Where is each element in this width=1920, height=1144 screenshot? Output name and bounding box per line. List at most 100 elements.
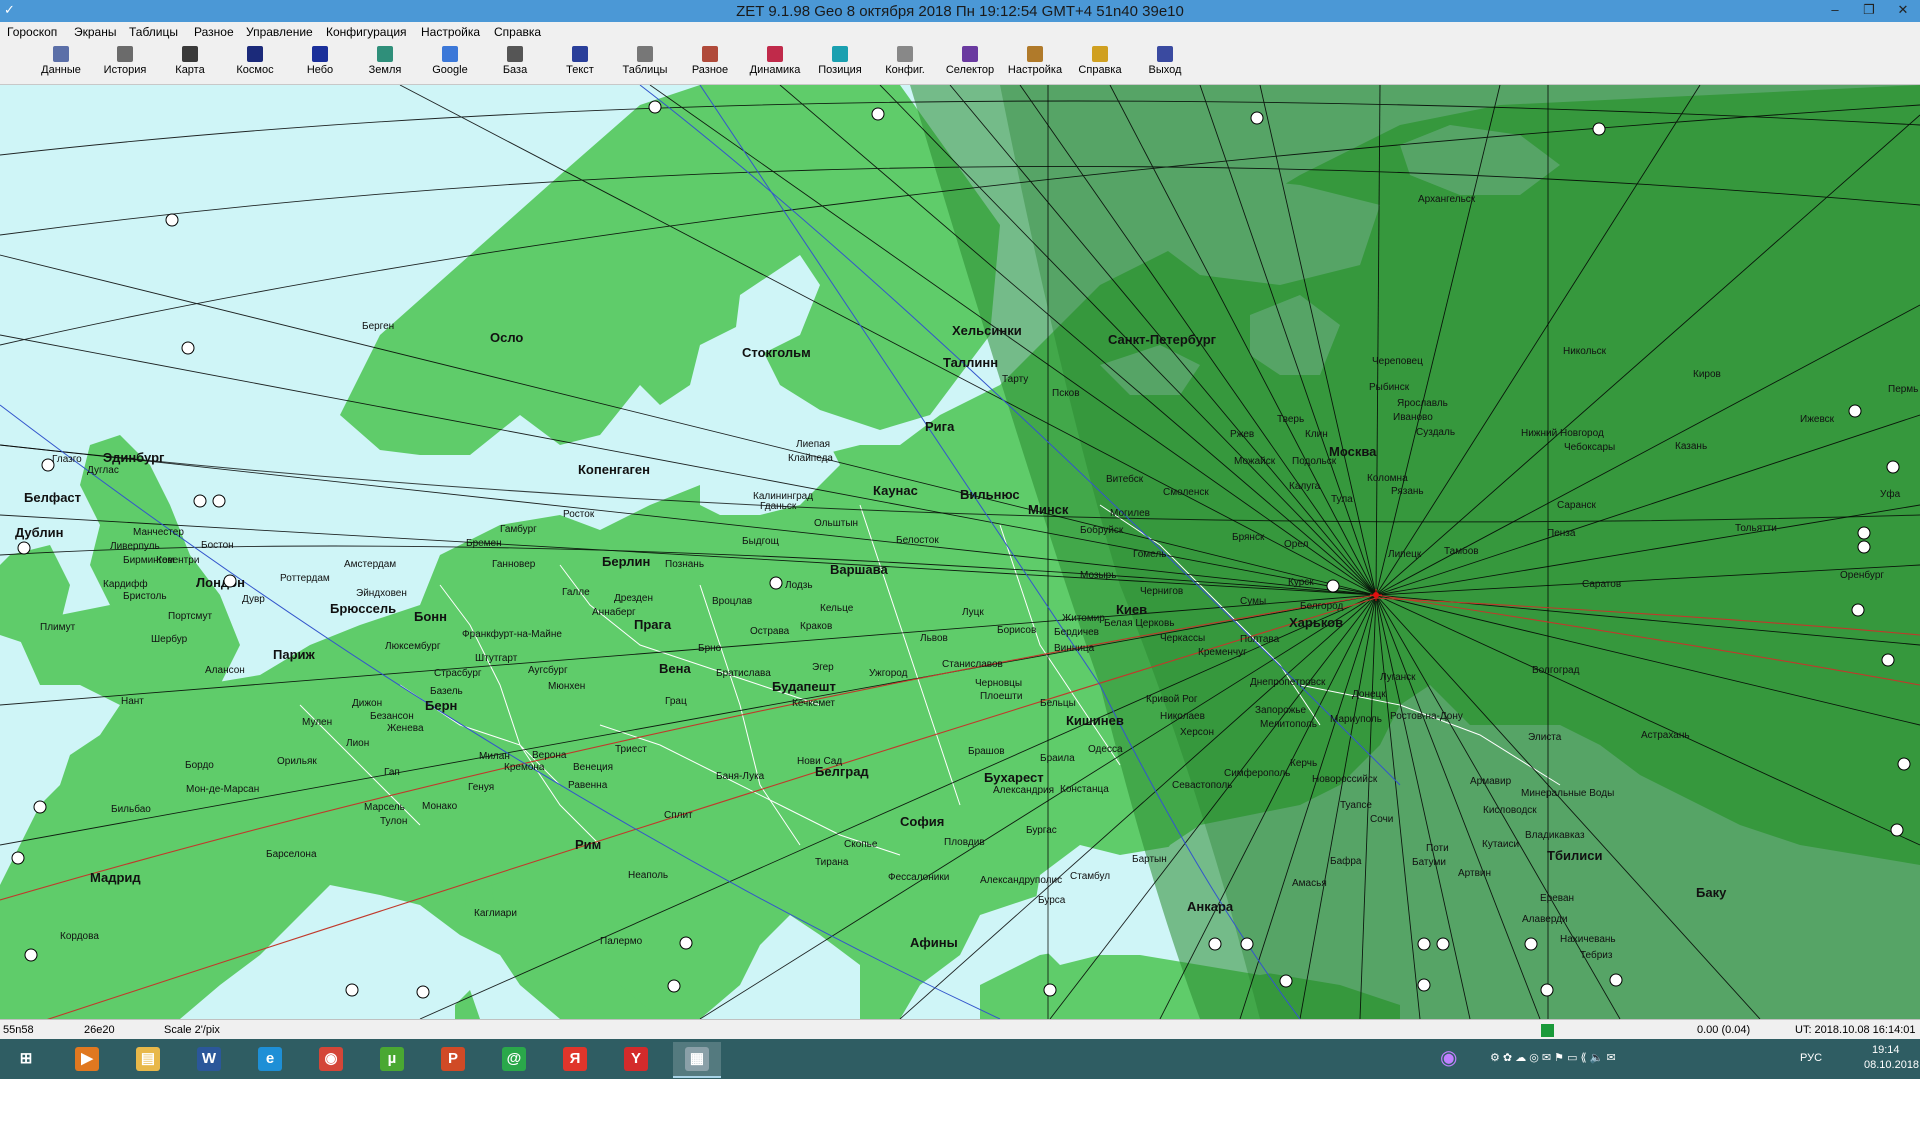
toolbar-button-help[interactable]: Справка [1069, 44, 1131, 82]
city-label: Белосток [896, 535, 939, 546]
city-label: Барселона [266, 849, 317, 860]
city-label: Генуя [468, 782, 494, 793]
taskbar-word[interactable]: W [185, 1042, 233, 1076]
planet-glyph-icon [1208, 937, 1222, 951]
city-label: Гамбург [500, 523, 537, 535]
alice-icon[interactable]: ◉ [1440, 1045, 1457, 1070]
planet-glyph-icon [1881, 653, 1895, 667]
city-label: Штутгарт [475, 653, 518, 664]
tray-icons[interactable]: ⚙ ✿ ☁ ◎ ✉ ⚑ ▭ ⟪ 🔈 ✉ [1490, 1051, 1616, 1064]
toolbar-button-text[interactable]: Текст [549, 44, 611, 82]
city-label: Глазго [52, 454, 82, 465]
map-canvas[interactable]: Архангельск Берген Осло Стокгольм Хельсинки С… [0, 85, 1920, 1019]
taskbar-yandex[interactable]: Я [551, 1042, 599, 1076]
toolbar-button-tables[interactable]: Таблицы [614, 44, 676, 82]
menu-screens[interactable]: Экраны [74, 25, 116, 39]
city-label: Архангельск [1418, 194, 1476, 205]
city-label: Тула [1331, 494, 1353, 505]
toolbar-label: Разное [691, 64, 729, 76]
city-label: Коломна [1367, 473, 1408, 484]
toolbar-button-earth[interactable]: Земля [354, 44, 416, 82]
city-label: Осло [490, 330, 523, 345]
city-label: Казань [1675, 441, 1707, 452]
city-label: Севастополь [1172, 780, 1232, 791]
minimize-button[interactable]: – [1818, 0, 1852, 22]
toolbar-label: Карта [175, 64, 205, 76]
city-label: Запорожье [1255, 705, 1306, 716]
toolbar-button-misc[interactable]: Разное [679, 44, 741, 82]
menu-help[interactable]: Справка [494, 25, 541, 39]
city-label: Николаев [1160, 711, 1205, 722]
taskbar-file-explorer[interactable]: ▤ [124, 1042, 172, 1076]
city-label: Поти [1426, 843, 1449, 854]
city-label: Безансон [370, 711, 414, 722]
city-label: Рыбинск [1369, 381, 1410, 393]
city-label: Бердичев [1054, 627, 1099, 638]
text-icon [572, 46, 588, 62]
menu-settings[interactable]: Настройка [421, 25, 480, 39]
city-label: Москва [1329, 444, 1377, 459]
city-label: Орильяк [277, 756, 317, 767]
clock-date[interactable]: 08.10.2018 [1864, 1059, 1919, 1071]
city-label: Амстердам [344, 559, 396, 570]
taskbar-mail-agent[interactable]: @ [490, 1042, 538, 1076]
toolbar-button-history[interactable]: История [94, 44, 156, 82]
toolbar-label: Космос [236, 64, 274, 76]
taskbar-powerpoint[interactable]: P [429, 1042, 477, 1076]
toolbar-button-sky[interactable]: Небо [289, 44, 351, 82]
toolbar-button-map[interactable]: Карта [159, 44, 221, 82]
toolbar-button-exit[interactable]: Выход [1134, 44, 1196, 82]
city-label: Базель [430, 686, 463, 697]
yandex-icon: Я [563, 1047, 587, 1071]
city-label: Клайпеда [788, 453, 833, 464]
start-icon: ⊞ [19, 1050, 33, 1067]
city-label: Черновцы [975, 678, 1022, 689]
menu-horoscope[interactable]: Гороскоп [7, 25, 57, 39]
menu-configuration[interactable]: Конфигурация [326, 25, 407, 39]
toolbar-button-data[interactable]: Данные [30, 44, 92, 82]
planet-glyph-icon [1540, 983, 1554, 997]
clock-time[interactable]: 19:14 [1872, 1044, 1900, 1056]
city-label: Братислава [716, 668, 771, 679]
toolbar-button-database[interactable]: База [484, 44, 546, 82]
taskbar-start[interactable]: ⊞ [2, 1042, 50, 1076]
city-label: Стамбул [1070, 870, 1110, 882]
toolbar-button-cosmos[interactable]: Космос [224, 44, 286, 82]
taskbar-internet-explorer[interactable]: e [246, 1042, 294, 1076]
taskbar-media-player[interactable]: ▶ [63, 1042, 111, 1076]
menu-tables[interactable]: Таблицы [129, 25, 178, 39]
toolbar-button-google[interactable]: Google [419, 44, 481, 82]
city-label: Равенна [568, 780, 608, 791]
maximize-button[interactable]: ❐ [1852, 0, 1886, 22]
taskbar-utorrent[interactable]: µ [368, 1042, 416, 1076]
taskbar-yandex-browser[interactable]: Y [612, 1042, 660, 1076]
taskbar-zet[interactable]: ▦ [673, 1042, 721, 1078]
language-indicator[interactable]: РУС [1800, 1052, 1822, 1064]
taskbar-chrome[interactable]: ◉ [307, 1042, 355, 1076]
toolbar-button-dynamics[interactable]: Динамика [744, 44, 806, 82]
city-label: Бордо [185, 760, 214, 771]
city-label: Брюссель [330, 601, 396, 616]
menu-misc[interactable]: Разное [194, 25, 234, 39]
menu-control[interactable]: Управление [246, 25, 313, 39]
toolbar-label: История [103, 64, 147, 76]
city-label: Росток [563, 509, 595, 520]
city-label: Волгоград [1532, 665, 1580, 676]
city-label: Артвин [1458, 868, 1491, 879]
city-label: Милан [479, 751, 510, 762]
city-label: Тбилиси [1547, 848, 1602, 863]
close-button[interactable]: ✕ [1886, 0, 1920, 22]
toolbar-button-selector[interactable]: Селектор [939, 44, 1001, 82]
city-label: Афины [910, 935, 958, 950]
city-label: Ужгород [869, 668, 908, 679]
toolbar-button-position[interactable]: Позиция [809, 44, 871, 82]
status-value: 0.00 (0.04) [1697, 1024, 1751, 1036]
city-label: Мариуполь [1330, 714, 1382, 725]
toolbar-button-settings[interactable]: Настройка [1004, 44, 1066, 82]
city-label: Бургас [1026, 825, 1057, 836]
city-label: Мозырь [1080, 570, 1116, 581]
city-label: Санкт-Петербург [1108, 332, 1217, 347]
mail-agent-icon: @ [502, 1047, 526, 1071]
map-view[interactable]: Архангельск Берген Осло Стокгольм Хельсинки С… [0, 85, 1920, 1019]
toolbar-button-config[interactable]: Конфиг. [874, 44, 936, 82]
